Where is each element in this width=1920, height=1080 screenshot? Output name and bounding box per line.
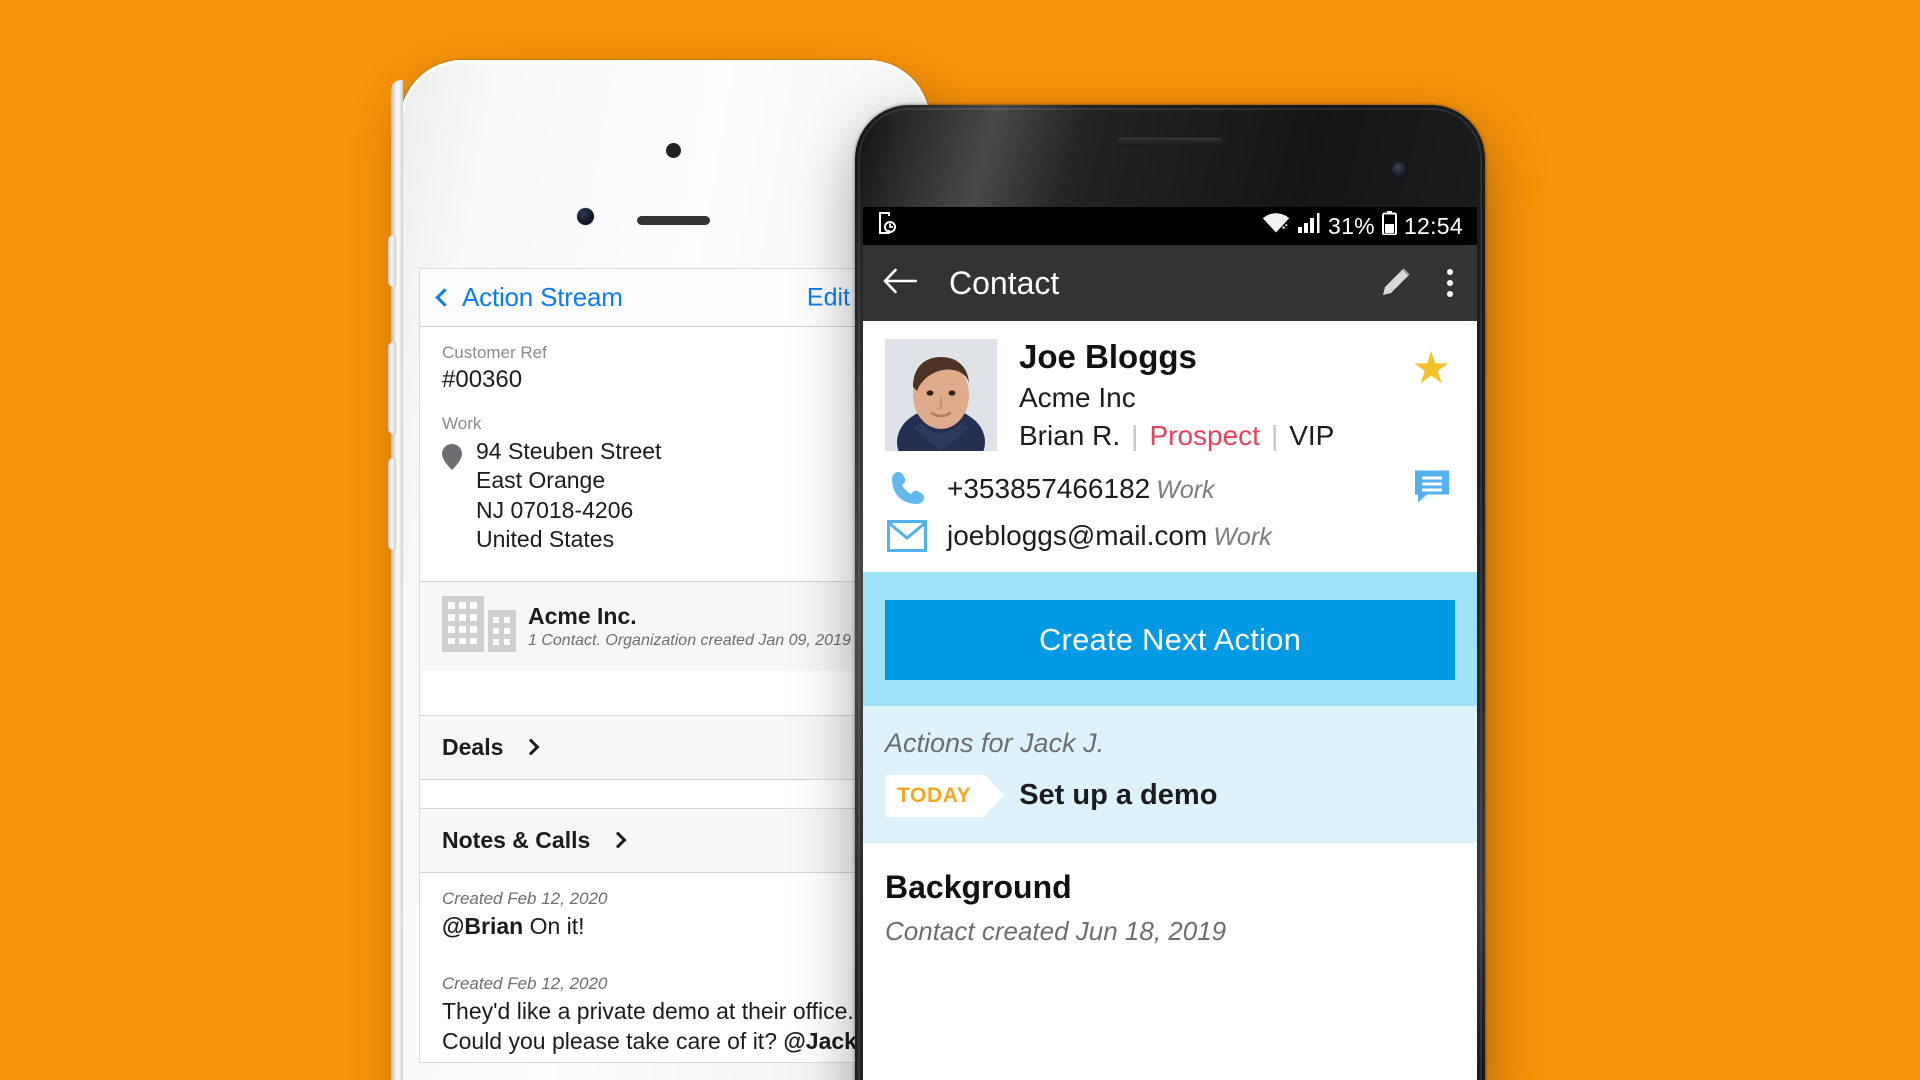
actions-section: Actions for Jack J. TODAY Set up a demo [863, 705, 1477, 843]
customer-ref-value: #00360 [442, 366, 523, 393]
address-label: Work [442, 414, 482, 433]
phone-number-value: +353857466182 [947, 472, 1151, 504]
kebab-menu-icon[interactable] [1443, 265, 1457, 301]
address-lines: 94 Steuben Street East Orange NJ 07018-4… [476, 437, 661, 555]
android-app-bar: Contact [863, 245, 1477, 321]
android-device: 31% 12:54 Contact Joe Bloggs Acme Inc Br… [855, 105, 1485, 1080]
customer-ref-field: Customer Ref #00360 [420, 327, 912, 394]
action-item[interactable]: TODAY Set up a demo [885, 774, 1455, 817]
action-title: Set up a demo [1019, 779, 1218, 812]
iphone-earpiece-speaker [637, 216, 710, 225]
note-mention: @Brian [442, 912, 524, 939]
background-section: Background Contact created Jun 18, 2019 [863, 842, 1477, 947]
iphone-device: Action Stream Edit o Customer Ref #00360… [388, 60, 930, 1080]
address-line: United States [476, 526, 615, 553]
status-bar-clock: 12:54 [1403, 212, 1463, 239]
battery-icon [1381, 211, 1397, 241]
back-to-action-stream-button[interactable]: Action Stream [435, 282, 623, 313]
chevron-right-icon [609, 831, 627, 849]
star-icon[interactable]: ★ [1412, 347, 1451, 391]
phone-icon [885, 470, 929, 508]
note-item[interactable]: Created Feb 12, 2020 @Brian On it! [420, 873, 912, 948]
note-text: They'd like a private demo at their offi… [442, 997, 890, 1057]
phone-row[interactable]: +353857466182 Work [863, 464, 1477, 514]
note-text: @Brian On it! [442, 912, 890, 942]
email-qualifier: Work [1213, 522, 1272, 551]
vip-badge: VIP [1289, 419, 1335, 451]
organization-subtitle: 1 Contact. Organization created Jan 09, … [528, 631, 851, 649]
spacer [420, 779, 912, 808]
tag-divider: | [1131, 419, 1139, 451]
status-badge: Prospect [1149, 419, 1260, 451]
phone-qualifier: Work [1156, 475, 1215, 504]
email-row[interactable]: joebloggs@mail.com Work [863, 514, 1477, 558]
section-deals[interactable]: Deals + A [420, 714, 912, 780]
iphone-silent-switch[interactable] [388, 235, 396, 287]
avatar [885, 339, 997, 451]
note-date: Created Feb 12, 2020 [442, 888, 608, 908]
cellular-signal-icon [1297, 212, 1321, 240]
contact-name: Joe Bloggs [1019, 338, 1197, 375]
cta-band: Create Next Action [863, 571, 1477, 706]
address-line: NJ 07018-4206 [476, 496, 634, 523]
location-pin-icon [442, 437, 462, 475]
background-title: Background [885, 868, 1072, 905]
organization-row[interactable]: Acme Inc. 1 Contact. Organization create… [420, 581, 912, 671]
note-item[interactable]: Created Feb 12, 2020 They'd like a priva… [420, 948, 912, 1062]
android-status-bar: 31% 12:54 [863, 207, 1477, 245]
wifi-icon [1262, 212, 1290, 240]
arrow-back-icon[interactable] [883, 268, 918, 299]
sms-icon[interactable] [1413, 468, 1451, 509]
address-line: 94 Steuben Street [476, 438, 662, 464]
today-badge: TODAY [885, 774, 1005, 817]
android-earpiece-speaker [1118, 138, 1222, 146]
contact-tags: Brian R. | Prospect | VIP [1019, 420, 1334, 452]
section-title-deals: Deals [442, 733, 504, 760]
app-bar-title: Contact [949, 264, 1060, 301]
iphone-volume-up-button[interactable] [388, 342, 396, 434]
iphone-volume-down-button[interactable] [388, 458, 396, 550]
back-button-label: Action Stream [462, 282, 623, 312]
battery-percent: 31% [1328, 212, 1375, 239]
section-notes-calls[interactable]: Notes & Calls + A [420, 807, 912, 873]
chevron-left-icon [435, 288, 454, 307]
contact-summary: Joe Bloggs Acme Inc Brian R. | Prospect … [863, 321, 1477, 464]
note-body: On it! [523, 912, 585, 939]
tag-divider: | [1270, 419, 1279, 451]
contact-owner: Brian R. [1019, 419, 1121, 451]
screenshot-icon [877, 211, 899, 241]
note-date: Created Feb 12, 2020 [442, 973, 608, 993]
iphone-proximity-sensor [666, 143, 681, 158]
spacer [420, 670, 912, 715]
pencil-icon[interactable] [1381, 265, 1413, 302]
ios-content: Customer Ref #00360 Work 94 Steuben Stre… [420, 327, 912, 1062]
envelope-icon [885, 519, 929, 552]
building-icon [442, 595, 516, 657]
customer-ref-label: Customer Ref [442, 343, 547, 362]
actions-heading: Actions for Jack J. [885, 727, 1105, 758]
email-address-value: joebloggs@mail.com [947, 519, 1208, 551]
iphone-front-camera [577, 208, 594, 225]
iphone-side-chrome [391, 80, 403, 1080]
chevron-right-icon [522, 738, 540, 756]
organization-name: Acme Inc. [528, 602, 637, 629]
ios-navigation-bar: Action Stream Edit o [420, 269, 912, 327]
iphone-screen: Action Stream Edit o Customer Ref #00360… [420, 269, 912, 1062]
edit-button[interactable]: Edit [807, 283, 850, 312]
note-mention: @Jack [783, 1027, 857, 1054]
create-next-action-button[interactable]: Create Next Action [885, 599, 1455, 680]
android-screen: 31% 12:54 Contact Joe Bloggs Acme Inc Br… [863, 207, 1477, 1080]
work-address-block: Work 94 Steuben Street East Orange NJ 07… [420, 394, 912, 581]
background-subtitle: Contact created Jun 18, 2019 [885, 915, 1227, 946]
address-line: East Orange [476, 467, 606, 494]
android-front-camera [1392, 162, 1407, 177]
phone-number: +353857466182 Work [947, 473, 1215, 505]
section-title-notes-calls: Notes & Calls [442, 826, 591, 853]
contact-organization: Acme Inc [1019, 381, 1136, 413]
email-address: joebloggs@mail.com Work [947, 520, 1272, 552]
